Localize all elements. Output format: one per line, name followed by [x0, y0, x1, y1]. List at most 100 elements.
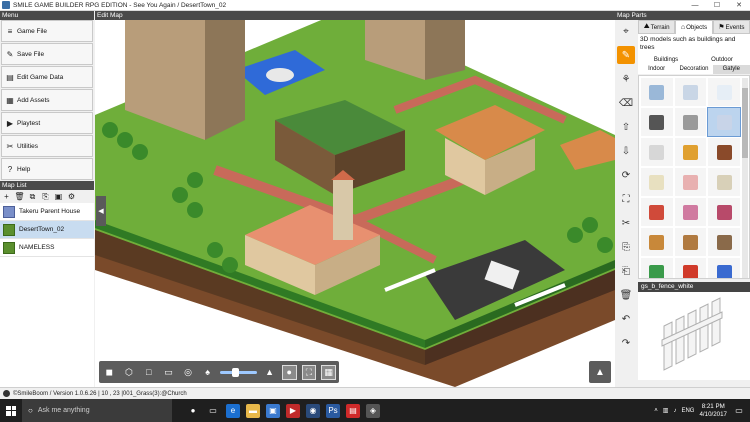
- menu-button-help[interactable]: ? Help: [1, 158, 93, 180]
- raise-icon[interactable]: ⇧: [617, 118, 635, 136]
- part-tile[interactable]: [708, 228, 740, 256]
- notification-icon[interactable]: ▭: [732, 399, 746, 422]
- volume-icon[interactable]: ♪: [673, 408, 676, 414]
- part-tile[interactable]: [708, 168, 740, 196]
- steam-icon[interactable]: ◉: [306, 403, 320, 418]
- start-button[interactable]: [0, 399, 22, 422]
- part-tile[interactable]: [674, 198, 707, 226]
- category-indoor[interactable]: Indoor: [638, 65, 676, 74]
- cut-icon[interactable]: ✂: [617, 214, 635, 232]
- isometric-town-map[interactable]: [95, 20, 615, 387]
- mic-icon[interactable]: ●: [186, 404, 200, 418]
- maximize-button[interactable]: ☐: [706, 0, 728, 11]
- eraser-icon[interactable]: ⌫: [617, 94, 635, 112]
- mountain-icon[interactable]: ▲: [262, 365, 277, 380]
- grid-icon[interactable]: ▦: [321, 364, 337, 380]
- target-icon[interactable]: ◎: [181, 365, 196, 380]
- copy-map-icon[interactable]: ⧉: [28, 192, 37, 201]
- pencil-icon[interactable]: ✎: [617, 46, 635, 64]
- pdf-icon[interactable]: ▤: [346, 403, 360, 418]
- minimize-button[interactable]: —: [684, 0, 706, 11]
- lower-icon[interactable]: ⇩: [617, 142, 635, 160]
- cube-icon[interactable]: ⬡: [122, 365, 137, 380]
- edit-map-panel: Edit Map ◼ ⬡ □ ▭ ◎ ♠ ▲ ● ⛶ ▦ ▲: [95, 11, 615, 387]
- part-tile[interactable]: [674, 108, 707, 136]
- up-arrow-icon[interactable]: ˄: [654, 408, 658, 414]
- map-list-item[interactable]: DesertTown_02: [0, 221, 94, 239]
- close-button[interactable]: ✕: [728, 0, 750, 11]
- part-tile[interactable]: [708, 258, 740, 278]
- folder-icon[interactable]: ▣: [54, 192, 63, 201]
- map-list-item[interactable]: Takeru Parent House: [0, 203, 94, 221]
- menu-button-label: Playtest: [17, 119, 41, 127]
- record-icon[interactable]: ▭: [161, 365, 176, 380]
- clock[interactable]: 8:21 PM 4/10/2017: [699, 403, 727, 419]
- lamp-icon[interactable]: ●: [281, 364, 297, 380]
- select-icon[interactable]: ⌖: [617, 22, 635, 40]
- part-tile[interactable]: [641, 108, 673, 136]
- parts-scrollbar[interactable]: [742, 78, 748, 278]
- menu-button-add-assets[interactable]: ▦ Add Assets: [1, 89, 93, 111]
- part-tile[interactable]: [674, 138, 707, 166]
- task-view-icon[interactable]: ▭: [206, 404, 220, 418]
- part-tile[interactable]: [641, 138, 673, 166]
- photoshop-icon[interactable]: Ps: [326, 403, 340, 418]
- delete-map-icon[interactable]: 🗑: [14, 192, 24, 201]
- part-tile[interactable]: [641, 198, 673, 226]
- language-indicator[interactable]: ENG: [681, 408, 694, 414]
- collapse-left-panel-button[interactable]: ◀: [96, 196, 106, 226]
- part-tile[interactable]: [674, 78, 707, 106]
- menu-button-edit-game-data[interactable]: ▤ Edit Game Data: [1, 66, 93, 88]
- part-tile[interactable]: [708, 198, 740, 226]
- menu-button-game-file[interactable]: ≡ Game File: [1, 20, 93, 42]
- character-position-button[interactable]: ▲: [589, 361, 611, 383]
- tab-terrain[interactable]: ⛰ Terrain: [638, 20, 676, 34]
- category-gatyle[interactable]: Gatyle: [712, 65, 750, 74]
- pin-icon[interactable]: ♠: [200, 365, 215, 380]
- part-tile[interactable]: [641, 258, 673, 278]
- part-tile[interactable]: [674, 228, 707, 256]
- part-tile[interactable]: [641, 228, 673, 256]
- map-parts-header: Map Parts: [615, 11, 750, 20]
- part-tile[interactable]: [707, 107, 741, 137]
- taskbar-search[interactable]: ○ Ask me anything: [22, 399, 172, 422]
- rotate-icon[interactable]: ⟳: [617, 166, 635, 184]
- camera-icon[interactable]: ◼: [102, 365, 117, 380]
- fence-preview-image: [661, 297, 723, 371]
- settings-icon[interactable]: ⚙: [67, 192, 76, 201]
- paste-icon[interactable]: ⎗: [617, 262, 635, 280]
- part-tile[interactable]: [641, 78, 673, 106]
- part-tile[interactable]: [708, 138, 740, 166]
- tab-objects[interactable]: ⌂ Objects: [675, 20, 713, 34]
- redo-icon[interactable]: ↷: [617, 334, 635, 352]
- fill-icon[interactable]: ⛶: [617, 190, 635, 208]
- undo-icon[interactable]: ↶: [617, 310, 635, 328]
- menu-button-playtest[interactable]: ▶ Playtest: [1, 112, 93, 134]
- media-icon[interactable]: ▶: [286, 403, 300, 418]
- stamp-icon[interactable]: ⚘: [617, 70, 635, 88]
- square-icon[interactable]: □: [141, 365, 156, 380]
- network-icon[interactable]: ▥: [663, 407, 669, 414]
- menu-button-save-file[interactable]: ✎ Save File: [1, 43, 93, 65]
- add-map-icon[interactable]: +: [2, 192, 11, 201]
- part-tile[interactable]: [674, 168, 707, 196]
- map-list-item[interactable]: NAMELESS: [0, 239, 94, 257]
- store-icon[interactable]: ▣: [266, 403, 280, 418]
- category-decoration[interactable]: Decoration: [675, 65, 713, 74]
- category-outdoor[interactable]: Outdoor: [694, 56, 750, 65]
- part-tile[interactable]: [708, 78, 740, 106]
- tab-events[interactable]: ⚑ Events: [712, 20, 750, 34]
- part-tile[interactable]: [641, 168, 673, 196]
- menu-button-utilities[interactable]: ✂ Utilities: [1, 135, 93, 157]
- fullscreen-icon[interactable]: ⛶: [301, 364, 317, 380]
- copy-icon[interactable]: ⎘: [617, 238, 635, 256]
- part-tile[interactable]: [674, 258, 707, 278]
- category-buildings[interactable]: Buildings: [638, 56, 694, 65]
- trash-icon[interactable]: 🗑: [617, 286, 635, 304]
- game-builder-icon[interactable]: ◈: [366, 403, 380, 418]
- map-canvas[interactable]: ◼ ⬡ □ ▭ ◎ ♠ ▲ ● ⛶ ▦ ▲: [95, 20, 615, 387]
- zoom-slider[interactable]: [220, 367, 258, 377]
- file-explorer-icon[interactable]: ▬: [246, 403, 260, 418]
- paste-map-icon[interactable]: ⎘: [41, 192, 50, 201]
- edge-icon[interactable]: e: [226, 403, 240, 418]
